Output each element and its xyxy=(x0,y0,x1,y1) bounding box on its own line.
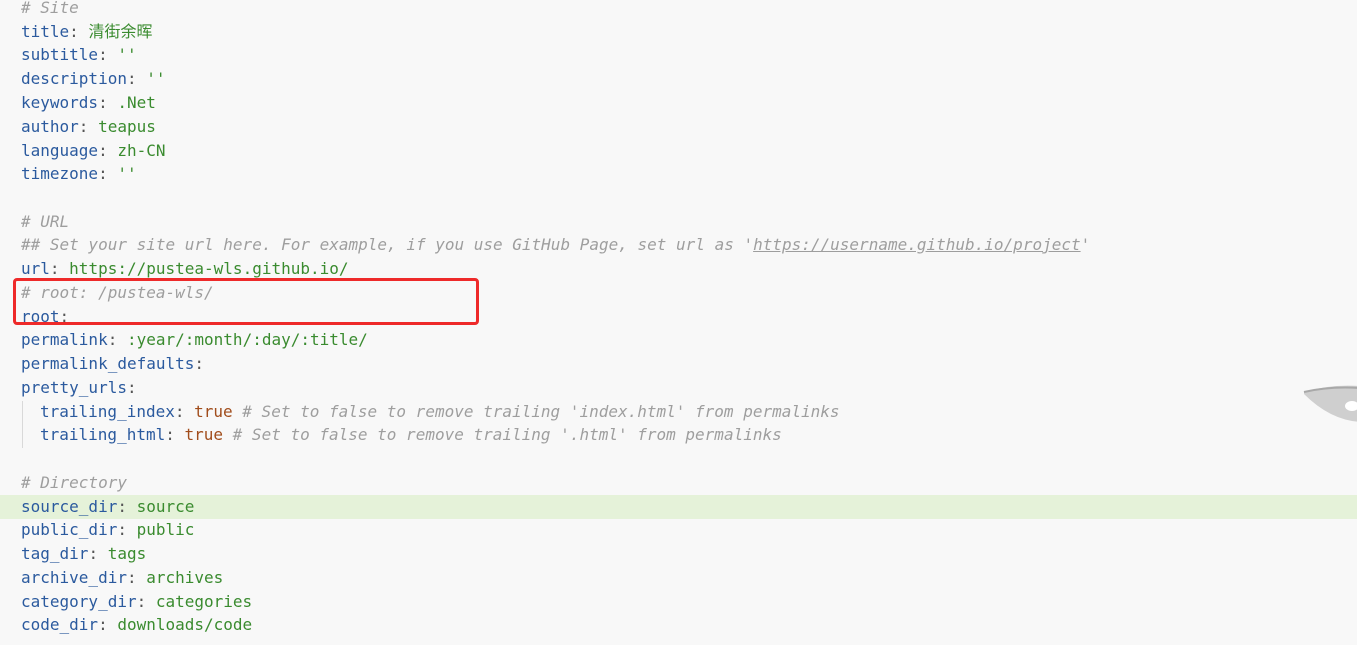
comment: ' xyxy=(1080,235,1091,254)
yaml-value: 清街余晖 xyxy=(88,22,153,41)
yaml-value: source xyxy=(136,497,195,516)
code-line-public-dir: public_dir: public xyxy=(0,518,1357,542)
yaml-value: zh-CN xyxy=(117,141,166,160)
comment: # Site xyxy=(21,0,79,17)
yaml-key: url xyxy=(21,259,50,278)
yaml-value: '' xyxy=(146,69,166,88)
yaml-separator: : xyxy=(194,354,205,373)
yaml-key: pretty_urls xyxy=(21,378,127,397)
code-line-trailing-html: trailing_html: true # Set to false to re… xyxy=(0,423,1357,447)
yaml-value: .Net xyxy=(117,93,156,112)
code-line-category-dir: category_dir: categories xyxy=(0,590,1357,614)
yaml-separator: : xyxy=(98,615,118,634)
code-line-permalink: permalink: :year/:month/:day/:title/ xyxy=(0,328,1357,352)
indent-guide xyxy=(22,401,23,448)
code-line-description: description: '' xyxy=(0,67,1357,91)
yaml-separator: : xyxy=(69,22,89,41)
code-line-subtitle: subtitle: '' xyxy=(0,43,1357,67)
code-line-language: language: zh-CN xyxy=(0,139,1357,163)
yaml-key: public_dir xyxy=(21,520,118,539)
yaml-separator: : xyxy=(78,117,99,136)
yaml-separator: : xyxy=(98,45,118,64)
yaml-value: categories xyxy=(155,592,253,611)
code-line-keywords: keywords: .Net xyxy=(0,91,1357,115)
comment-link[interactable]: https://username.github.io/project xyxy=(753,235,1081,254)
code-line-trailing-index: trailing_index: true # Set to false to r… xyxy=(0,400,1357,424)
yaml-separator: : xyxy=(126,378,137,397)
yaml-separator: : xyxy=(117,520,137,539)
comment: # URL xyxy=(21,212,70,231)
yaml-value: tags xyxy=(107,544,147,563)
yaml-key: category_dir xyxy=(21,592,137,611)
yaml-key: language xyxy=(21,141,99,160)
overlay-widget-icon xyxy=(1303,385,1357,422)
yaml-separator: : xyxy=(126,69,147,88)
yaml-key: subtitle xyxy=(21,45,99,64)
yaml-key: tag_dir xyxy=(21,544,89,563)
code-editor[interactable]: # Site title: 清街余晖 subtitle: '' descript… xyxy=(0,0,1357,645)
code-line-comment: # Directory xyxy=(0,471,1357,495)
yaml-key: author xyxy=(21,117,79,136)
yaml-separator: : xyxy=(49,259,70,278)
code-line-author: author: teapus xyxy=(0,115,1357,139)
yaml-key: trailing_html xyxy=(40,425,166,444)
code-line-comment: # URL xyxy=(0,210,1357,234)
code-line-source-dir-active[interactable]: source_dir: source xyxy=(0,495,1357,519)
code-line-pretty-urls: pretty_urls: xyxy=(0,376,1357,400)
yaml-key: description xyxy=(21,69,127,88)
yaml-key: title xyxy=(21,22,70,41)
yaml-value-link[interactable]: https://pustea-wls.github.io/ xyxy=(69,259,349,279)
yaml-key: keywords xyxy=(21,93,99,112)
yaml-separator: : xyxy=(126,568,147,587)
yaml-separator: : xyxy=(98,164,118,183)
yaml-key: archive_dir xyxy=(21,568,127,587)
yaml-separator: : xyxy=(165,425,185,444)
yaml-value: downloads/code xyxy=(117,615,253,634)
code-line-permalink-defaults: permalink_defaults: xyxy=(0,352,1357,376)
yaml-value: :year/:month/:day/:title/ xyxy=(126,330,368,349)
code-line-code-dir: code_dir: downloads/code xyxy=(0,613,1357,637)
yaml-value: '' xyxy=(117,45,137,64)
comment: # Set to false to remove trailing '.html… xyxy=(223,425,782,444)
yaml-separator: : xyxy=(98,93,118,112)
yaml-key: permalink_defaults xyxy=(21,354,195,373)
code-line-comment: # Site xyxy=(0,0,1357,20)
yaml-value: archives xyxy=(146,568,224,587)
comment: ## Set your site url here. For example, … xyxy=(21,235,754,254)
yaml-key: trailing_index xyxy=(40,402,175,421)
yaml-separator: : xyxy=(98,141,118,160)
code-line-title: title: 清街余晖 xyxy=(0,20,1357,44)
code-line-tag-dir: tag_dir: tags xyxy=(0,542,1357,566)
yaml-key: code_dir xyxy=(21,615,99,634)
code-line-comment: ## Set your site url here. For example, … xyxy=(0,233,1357,257)
yaml-separator: : xyxy=(88,544,108,563)
yaml-separator: : xyxy=(174,402,195,421)
annotation-highlight-box xyxy=(13,278,479,325)
comment: # Directory xyxy=(21,473,127,492)
yaml-separator: : xyxy=(136,592,156,611)
yaml-boolean: true xyxy=(194,402,233,421)
yaml-separator: : xyxy=(107,330,127,349)
yaml-key: permalink xyxy=(21,330,108,349)
code-line-timezone: timezone: '' xyxy=(0,162,1357,186)
comment: # Set to false to remove trailing 'index… xyxy=(232,402,840,421)
yaml-key: timezone xyxy=(21,164,99,183)
code-line-archive-dir: archive_dir: archives xyxy=(0,566,1357,590)
yaml-separator: : xyxy=(117,497,137,516)
yaml-key: source_dir xyxy=(21,497,118,516)
yaml-boolean: true xyxy=(184,425,224,444)
yaml-value: teapus xyxy=(98,117,156,136)
yaml-value: '' xyxy=(117,164,137,183)
yaml-value: public xyxy=(136,520,195,539)
